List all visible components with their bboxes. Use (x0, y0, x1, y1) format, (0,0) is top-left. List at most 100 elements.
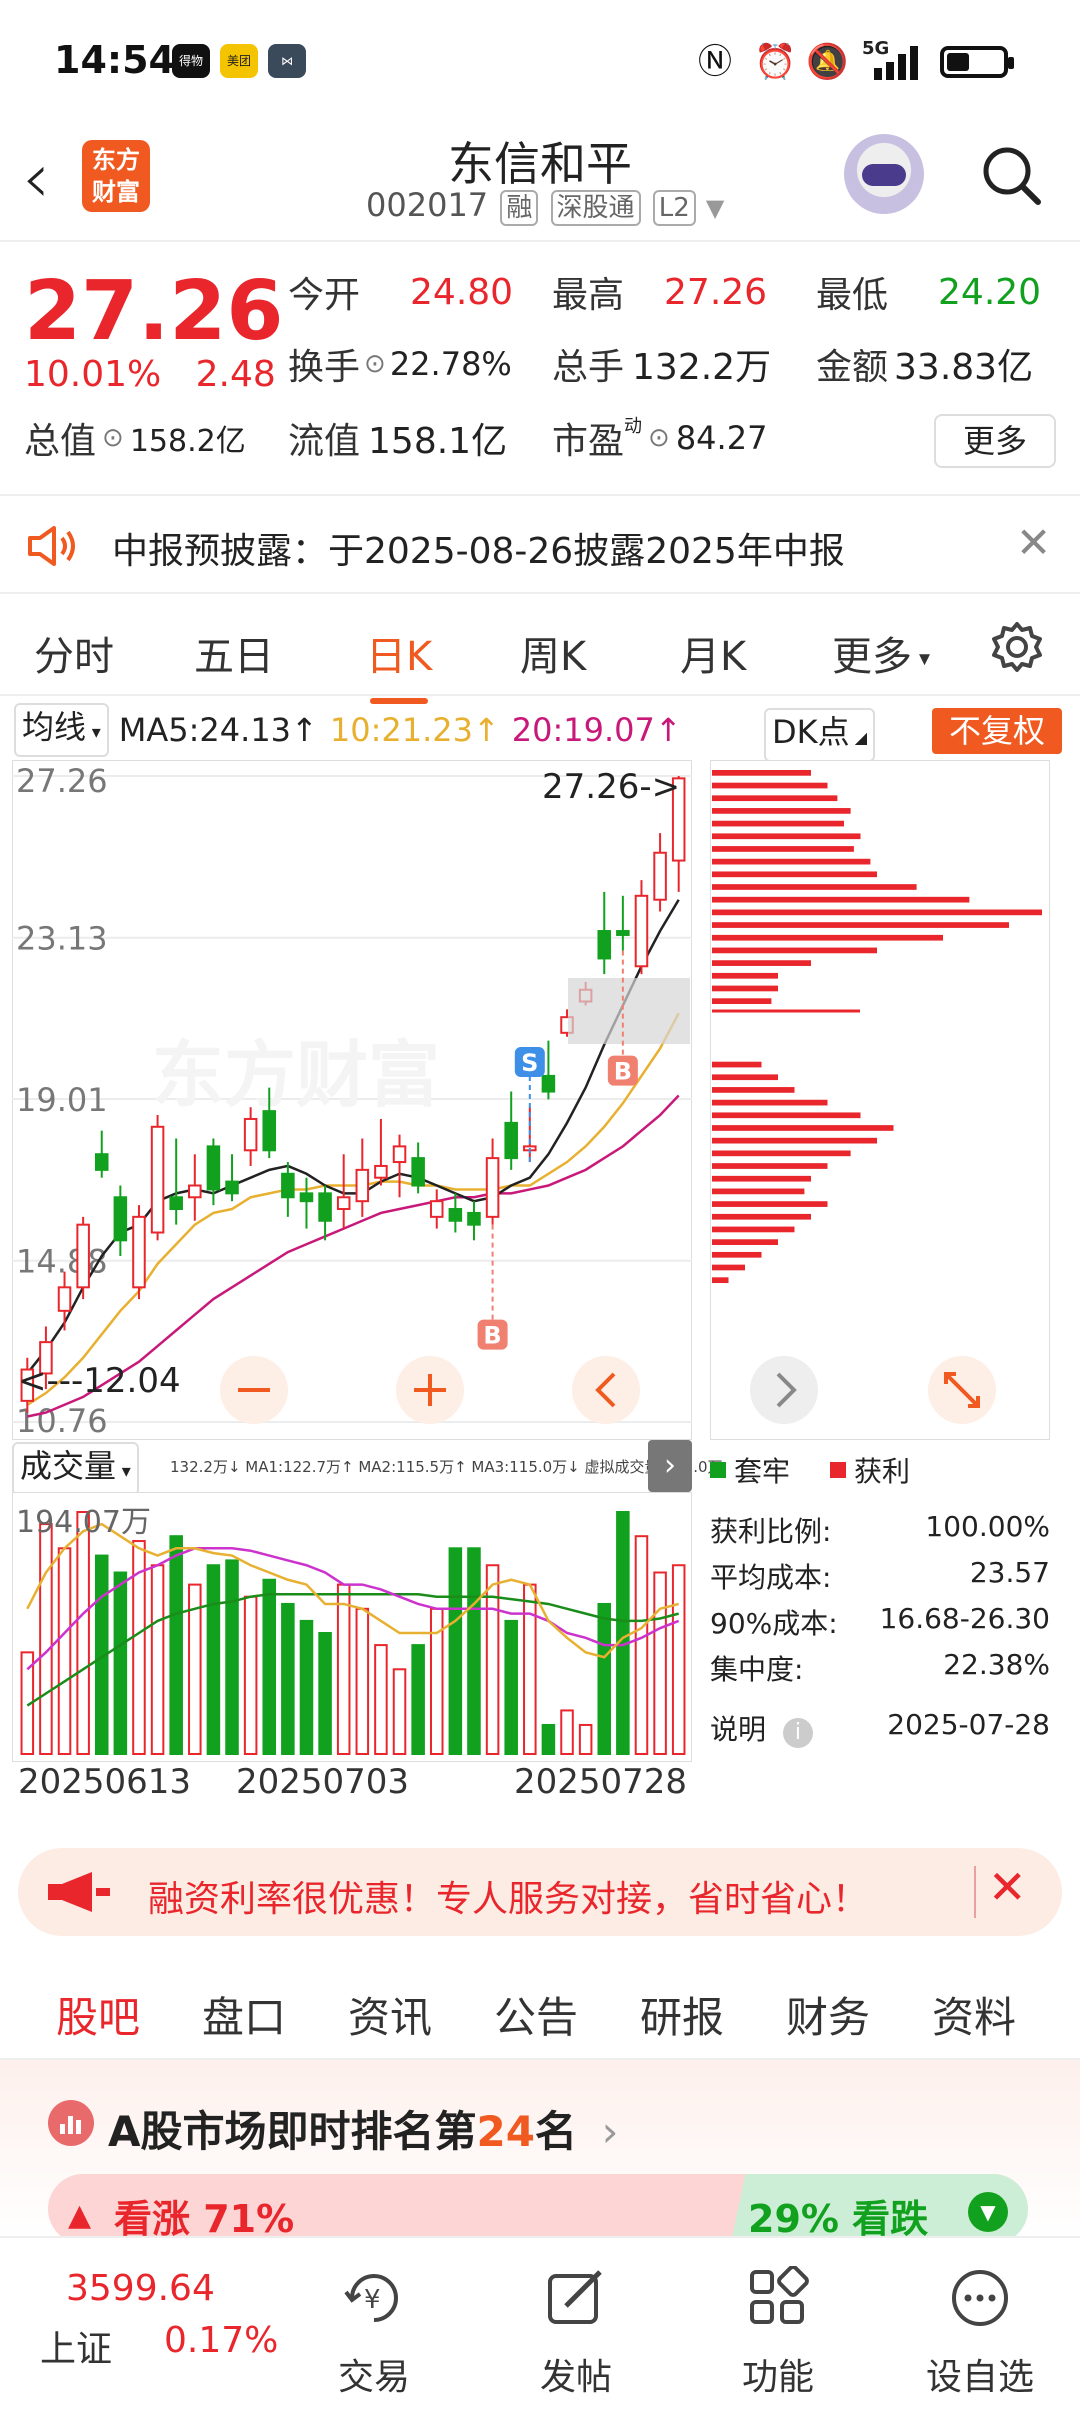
cost-bar (712, 846, 854, 852)
ma-selector[interactable]: 均线 ▾ (14, 703, 109, 757)
volume-bar (541, 1723, 556, 1756)
tab-guba[interactable]: 股吧 (56, 1984, 140, 2067)
tab-monthly-k[interactable]: 月K (680, 624, 746, 682)
zoom-in-button[interactable] (396, 1356, 464, 1424)
zoom-out-button[interactable] (220, 1356, 288, 1424)
cost-bar (712, 820, 844, 827)
tab-profile[interactable]: 资料 (932, 1984, 1016, 2045)
low-value: 24.20 (938, 271, 1042, 313)
expand-button[interactable] (928, 1356, 996, 1424)
stock-code-row[interactable]: 002017 融 深股通 L2 ▼ (366, 186, 724, 226)
tab-announcements[interactable]: 公告 (494, 1984, 578, 2045)
turnover-label: 换手 (288, 347, 361, 388)
tab-news[interactable]: 资讯 (348, 1984, 432, 2045)
cost-bar (712, 1163, 828, 1169)
info-icon[interactable]: ⊙ (648, 423, 670, 453)
candle-body (411, 1157, 425, 1187)
volume-bar (113, 1571, 128, 1755)
caret-down-icon: ▾ (86, 722, 101, 743)
tab-five-day[interactable]: 五日 (194, 624, 274, 682)
scroll-right-button[interactable] (750, 1356, 818, 1424)
stat-note[interactable]: 说明 i 2025-07-28 (710, 1708, 1050, 1748)
amount: 金额 33.83亿 (816, 338, 1033, 390)
rank-chart-icon (48, 2100, 94, 2146)
cost-bar (712, 795, 838, 802)
date-label-end: 20250728 (514, 1762, 688, 1802)
mcap-label: 总值 (24, 421, 97, 462)
candle-body (448, 1208, 463, 1222)
cost-bar (712, 909, 1042, 916)
info-icon[interactable]: ⊙ (102, 423, 124, 453)
current-price: 27.26 (24, 264, 284, 359)
search-icon[interactable] (980, 144, 1042, 206)
settings-gear-icon[interactable] (990, 620, 1044, 674)
legend-swatch-profit (830, 1462, 847, 1478)
adjust-button[interactable]: 不复权 (932, 708, 1062, 754)
close-icon[interactable]: ✕ (1016, 518, 1051, 567)
nfc-icon: Ⓝ (698, 42, 732, 82)
scroll-left-button[interactable] (572, 1356, 640, 1424)
quote-panel: 27.26 10.01% 2.48 总值 ⊙ 158.2亿 今开 24.80 换… (0, 242, 1080, 492)
nav-trade[interactable]: ¥ 交易 (274, 2238, 474, 2412)
index-value: 3599.64 (66, 2268, 215, 2309)
cost-bar (712, 782, 828, 789)
signal-label: S (521, 1049, 538, 1077)
tab-financials[interactable]: 财务 (786, 1984, 870, 2045)
candle-body (188, 1184, 202, 1199)
cost-bar (712, 1125, 894, 1131)
notice-bar[interactable]: 中报预披露：于2025-08-26披露2025年中报 ✕ (0, 494, 1080, 594)
divider (974, 1866, 976, 1918)
sentiment-bar[interactable]: ▲ 看涨 71% 29% 看跌 ▼ (48, 2174, 1028, 2244)
note-label: 说明 (710, 1713, 767, 1746)
tab-more[interactable]: 更多 ▾ (832, 624, 930, 682)
open-price: 今开 24.80 (288, 266, 513, 318)
rank-suffix: 名 (534, 2107, 577, 2156)
info-icon[interactable]: ⊙ (364, 349, 386, 379)
index-percent: 0.17% (164, 2320, 279, 2361)
cost-bar (712, 1213, 811, 1220)
candle-body (281, 1172, 295, 1199)
volume-bar (299, 1619, 314, 1755)
volume-bar (281, 1602, 295, 1755)
candlestick-chart[interactable]: 东方财富 27.26 23.13 19.01 14.88 10.76 S B B 27.26… (12, 760, 692, 1440)
stat-concentration: 集中度: 22.38% (710, 1648, 1050, 1688)
cost-bar (712, 884, 917, 890)
cost-bar (712, 998, 772, 1004)
stat-90-cost: 90%成本: 16.68-26.30 (710, 1602, 1050, 1642)
dk-point-button[interactable]: DK点 ◢ (764, 708, 876, 762)
nav-watchlist[interactable]: 设自选 (880, 2238, 1080, 2412)
legend-swatch-trapped (710, 1462, 726, 1478)
volume-bar (597, 1602, 612, 1755)
rank-prefix: A股市场即时排名第 (108, 2107, 477, 2156)
candle-body (262, 1110, 277, 1152)
tab-pankou[interactable]: 盘口 (202, 1984, 286, 2045)
chevron-right-icon[interactable]: › (648, 1440, 692, 1492)
low-price: 最低 24.20 (816, 266, 1041, 318)
candle-body (504, 1121, 518, 1160)
tab-research[interactable]: 研报 (640, 1984, 724, 2045)
volume-label: 成交量 (20, 1447, 117, 1485)
nav-functions[interactable]: 功能 (678, 2238, 878, 2412)
more-button[interactable]: 更多 (934, 414, 1056, 468)
tab-intraday[interactable]: 分时 (34, 624, 114, 682)
candle-body (355, 1168, 370, 1203)
tab-daily-k[interactable]: 日K (366, 624, 432, 704)
candle-body (616, 930, 630, 936)
ma-label: 均线 (22, 708, 87, 746)
index-ticker[interactable]: 3599.64 上证 0.17% (0, 2238, 300, 2412)
price-change: 10.01% 2.48 (24, 354, 276, 395)
promo-banner[interactable]: 融资利率很优惠！专人服务对接，省时省心！ ✕ (18, 1848, 1062, 1936)
tab-weekly-k[interactable]: 周K (520, 624, 586, 682)
highlight-zone (568, 978, 690, 1044)
info-icon: i (782, 1718, 813, 1748)
assistant-robot-icon[interactable] (844, 134, 924, 214)
cost-bar (712, 947, 877, 954)
volume-selector[interactable]: 成交量 ▾ (12, 1442, 139, 1496)
nav-post[interactable]: 发帖 (476, 2238, 676, 2412)
tag-connect: 深股通 (550, 190, 641, 226)
close-icon[interactable]: ✕ (988, 1860, 1027, 1914)
dk-label: DK点 (772, 713, 850, 751)
notice-text: 中报预披露：于2025-08-26披露2025年中报 (112, 531, 845, 572)
bottom-nav: 3599.64 上证 0.17% ¥ 交易 发帖 功能 设自选 (0, 2236, 1080, 2412)
cost-bar (712, 1099, 828, 1106)
